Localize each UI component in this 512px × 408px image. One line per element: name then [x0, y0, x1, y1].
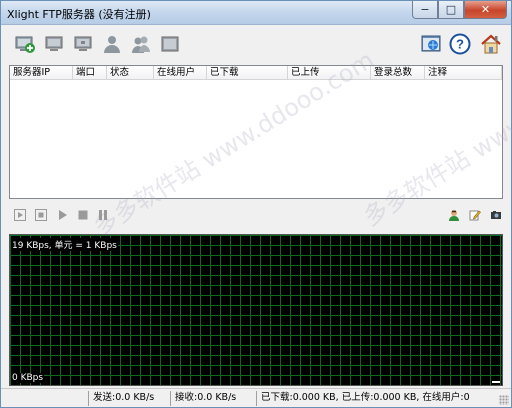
transfer-summary: 已下载:0.000 KB, 已上传:0.000 KB, 在线用户:0 [256, 391, 497, 406]
traffic-graph: 19 KBps, 单元 = 1 KBps 0 KBps [9, 234, 503, 386]
help-icon[interactable]: ? [448, 32, 472, 56]
pause-icon[interactable] [96, 208, 110, 222]
start-icon[interactable] [13, 208, 27, 222]
edit-icon[interactable] [468, 208, 482, 222]
column-header-status[interactable]: 状态 [107, 66, 154, 80]
graph-baseline-marker [492, 381, 500, 383]
user-icon[interactable] [100, 32, 124, 56]
server-icon[interactable] [42, 32, 66, 56]
status-bar: 发送:0.0 KB/s 接收:0.0 KB/s 已下载:0.000 KB, 已上… [1, 388, 511, 407]
column-header-online-users[interactable]: 在线用户 [154, 66, 207, 80]
column-header-total-logins[interactable]: 登录总数 [371, 66, 425, 80]
server-settings-icon[interactable] [71, 32, 95, 56]
stop-square-icon[interactable] [76, 208, 90, 222]
minimize-button[interactable]: − [412, 1, 438, 19]
resize-grip[interactable] [499, 395, 509, 405]
users-icon[interactable] [129, 32, 153, 56]
receive-rate: 接收:0.0 KB/s [170, 391, 256, 406]
column-header-port[interactable]: 端口 [73, 66, 107, 80]
home-icon[interactable] [479, 32, 503, 56]
add-server-icon[interactable] [13, 32, 37, 56]
column-header-downloaded[interactable]: 已下载 [207, 66, 288, 80]
graph-zero-label: 0 KBps [11, 373, 45, 383]
graph-scale-label: 19 KBps, 单元 = 1 KBps [11, 238, 118, 251]
online-user-icon[interactable] [447, 208, 461, 222]
title-bar[interactable]: Xlight FTP服务器 (没有注册) − □ ✕ [1, 1, 511, 25]
column-header-server-ip[interactable]: 服务器IP [10, 66, 73, 80]
camera-icon[interactable] [489, 208, 503, 222]
send-rate: 发送:0.0 KB/s [88, 391, 170, 406]
window-controls: − □ ✕ [412, 1, 507, 19]
window-title: Xlight FTP服务器 (没有注册) [7, 8, 151, 21]
close-button[interactable]: ✕ [464, 1, 507, 19]
column-header-comment[interactable]: 注释 [425, 66, 502, 80]
help-glyph: ? [456, 37, 464, 52]
control-bar [1, 203, 511, 227]
log-icon[interactable] [158, 32, 182, 56]
server-list[interactable]: 服务器IP 端口 状态 在线用户 已下载 已上传 登录总数 注释 多多软件站 w… [9, 36, 512, 242]
global-settings-icon[interactable] [419, 32, 443, 56]
server-list-header: 服务器IP 端口 状态 在线用户 已下载 已上传 登录总数 注释 [10, 66, 502, 80]
play-icon[interactable] [55, 208, 69, 222]
maximize-button[interactable]: □ [438, 1, 464, 19]
main-window: Xlight FTP服务器 (没有注册) − □ ✕ ? 服务器IP 端口 状态… [0, 0, 512, 408]
stop-icon[interactable] [34, 208, 48, 222]
toolbar: ? [1, 27, 511, 63]
